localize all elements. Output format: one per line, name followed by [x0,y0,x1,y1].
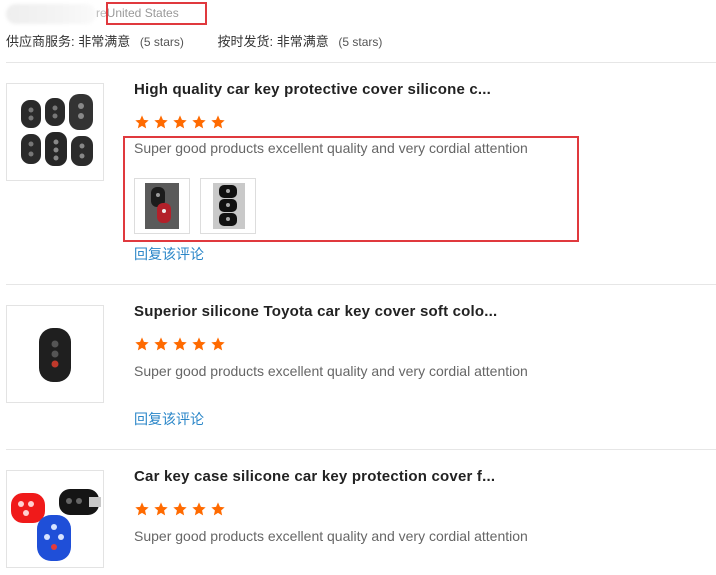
star-icon [192,502,206,516]
star-icon [173,337,187,351]
product-title[interactable]: Car key case silicone car key protection… [134,468,495,485]
product-title[interactable]: High quality car key protective cover si… [134,81,491,98]
star-icon [192,115,206,129]
review-comment: Super good products excellent quality an… [134,528,528,544]
product-title[interactable]: Superior silicone Toyota car key cover s… [134,303,497,320]
star-icon [154,337,168,351]
divider [6,449,716,450]
seller-ratings: 供应商服务: 非常满意 (5 stars) 按时发货: 非常满意 (5 star… [6,31,412,50]
rating-value: 非常满意 [78,34,131,49]
star-rating [134,336,226,352]
product-thumbnail[interactable] [6,83,104,181]
reply-link[interactable]: 回复该评论 [134,244,204,264]
divider [6,62,716,63]
rating-label: 按时发货: [217,34,274,49]
product-thumbnail[interactable] [6,470,104,568]
product-thumbnail[interactable] [6,305,104,403]
reply-link[interactable]: 回复该评论 [134,409,204,429]
star-icon [211,337,225,351]
divider [6,284,716,285]
rating-value: 非常满意 [276,34,329,49]
star-icon [211,115,225,129]
toyota-key-cover-image [39,328,71,382]
star-icon [154,502,168,516]
star-icon [173,502,187,516]
star-icon [135,337,149,351]
key-covers-image [21,94,93,166]
rating-label: 供应商服务: [6,34,75,49]
star-icon [192,337,206,351]
star-rating [134,501,226,517]
star-icon [173,115,187,129]
rating-on-time-shipping: 按时发货: 非常满意 (5 stars) [218,34,383,49]
star-icon [154,115,168,129]
review-highlight-box [123,136,579,242]
star-icon [211,502,225,516]
star-icon [135,115,149,129]
review-header: reUnited States 供应商服务: 非常满意 (5 stars) 按时… [0,0,716,62]
rating-supplier-service: 供应商服务: 非常满意 (5 stars) [6,34,188,49]
star-rating [134,114,226,130]
rating-stars-text: (5 stars) [139,35,184,49]
review-comment: Super good products excellent quality an… [134,363,528,379]
colored-key-covers-image [11,489,101,561]
star-icon [135,502,149,516]
blurred-reviewer-name [6,4,96,24]
rating-stars-text: (5 stars) [338,35,383,49]
country-highlight-box [106,2,207,25]
